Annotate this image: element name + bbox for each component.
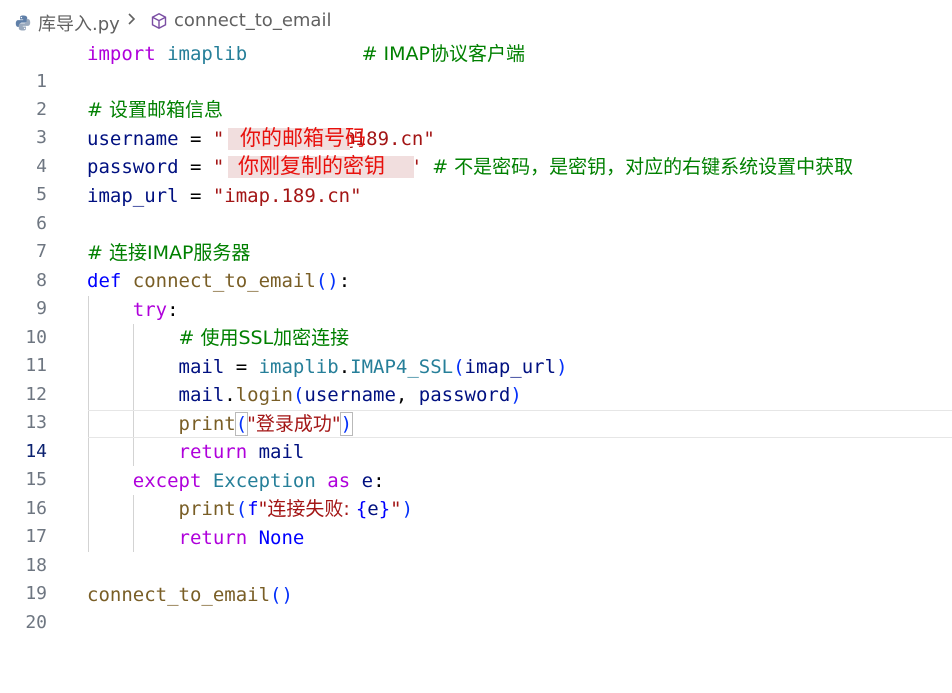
comment: # 连接IMAP服务器 — [87, 242, 251, 264]
keyword: def — [87, 270, 122, 292]
function-name: connect_to_email — [132, 270, 316, 292]
breadcrumb-symbol[interactable]: connect_to_email — [150, 10, 331, 31]
code-line[interactable]: 8 # 连接IMAP服务器 — [0, 239, 952, 291]
string: " — [212, 156, 225, 178]
matched-bracket: ( — [234, 412, 249, 436]
code-line-current[interactable]: 14 print("登录成功") — [0, 410, 952, 462]
code-line[interactable]: 4 username = " @189.cn" — [0, 125, 952, 177]
code-line[interactable]: 2 — [0, 68, 952, 120]
string: " — [212, 128, 225, 150]
python-file-icon — [14, 14, 32, 32]
keyword: try — [132, 299, 168, 321]
breadcrumb: 库导入.py connect_to_email — [0, 0, 952, 44]
code-editor[interactable]: 1 import imaplib # IMAP协议客户端 2 3 # 设置邮箱信… — [0, 40, 952, 633]
variable: username — [87, 128, 179, 150]
code-line[interactable]: 11 # 使用SSL加密连接 — [0, 324, 952, 376]
code-line[interactable]: 7 — [0, 210, 952, 262]
string: "imap.189.cn" — [212, 185, 362, 207]
comment: # 设置邮箱信息 — [87, 99, 223, 121]
code-line[interactable]: 21 — [0, 609, 952, 627]
keyword: import — [87, 43, 156, 65]
breadcrumb-symbol-label: connect_to_email — [174, 10, 332, 31]
breadcrumb-file[interactable]: 库导入.py — [14, 10, 120, 36]
code-line[interactable]: 17 print(f"连接失败: {e}") — [0, 495, 952, 547]
code-line[interactable]: 19 — [0, 552, 952, 604]
comment: # 不是密码，是密钥，对应的右键系统设置中获取 — [432, 156, 854, 178]
variable: password — [87, 156, 179, 178]
code-line[interactable]: 12 mail = imaplib.IMAP4_SSL(imap_url) — [0, 353, 952, 405]
code-line[interactable]: 10 try: — [0, 296, 952, 348]
code-line[interactable]: 13 mail.login(username, password) — [0, 381, 952, 433]
breadcrumb-file-label: 库导入.py — [38, 14, 120, 35]
cube-icon — [150, 12, 168, 30]
module-name: imaplib — [167, 43, 248, 65]
code-line[interactable]: 18 return None — [0, 524, 952, 576]
code-line[interactable]: 9 def connect_to_email(): — [0, 267, 952, 319]
password-annotation: 你刚复制的密钥 — [238, 154, 385, 178]
code-line[interactable]: 5 password = " " # 不是密码，是密钥，对应的右键系统设置中获取 — [0, 153, 952, 205]
code-line[interactable]: 6 imap_url = "imap.189.cn" — [0, 182, 952, 234]
code-line[interactable]: 3 # 设置邮箱信息 — [0, 96, 952, 148]
variable: imap_url — [87, 185, 179, 207]
code-line[interactable]: 16 except Exception as e: — [0, 467, 952, 519]
code-line[interactable]: 15 return mail — [0, 438, 952, 490]
comment: # IMAP协议客户端 — [361, 43, 525, 65]
comment: # 使用SSL加密连接 — [178, 327, 350, 349]
chevron-right-icon — [126, 10, 138, 28]
matched-bracket: ) — [339, 412, 354, 436]
username-annotation: 你的邮箱号码 — [240, 126, 366, 150]
code-line[interactable]: 1 import imaplib # IMAP协议客户端 — [0, 40, 952, 92]
code-line[interactable]: 20 connect_to_email() — [0, 581, 952, 633]
